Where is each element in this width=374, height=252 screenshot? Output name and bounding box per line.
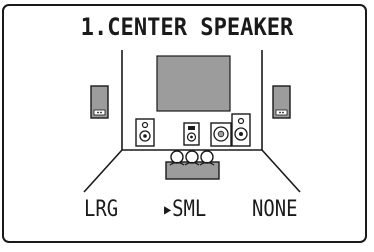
tv-screen — [156, 55, 231, 112]
front-right-speaker-icon — [231, 113, 251, 147]
option-none[interactable]: NONE — [252, 195, 298, 225]
option-large-label: LRG — [84, 197, 119, 222]
option-large[interactable]: LRG — [84, 195, 118, 225]
option-small-label: SML — [172, 197, 207, 222]
option-none-label: NONE — [252, 197, 298, 222]
subwoofer-icon — [210, 122, 232, 147]
speaker-size-options: LRG ▶SML NONE — [0, 195, 374, 225]
listener-icon — [165, 150, 220, 180]
surround-left-speaker-icon — [90, 85, 109, 119]
surround-right-speaker-icon — [272, 85, 291, 119]
option-small[interactable]: ▶SML — [164, 195, 206, 225]
center-speaker-icon — [183, 122, 200, 146]
selection-cursor-icon: ▶ — [164, 202, 172, 218]
front-left-speaker-icon — [135, 118, 155, 147]
